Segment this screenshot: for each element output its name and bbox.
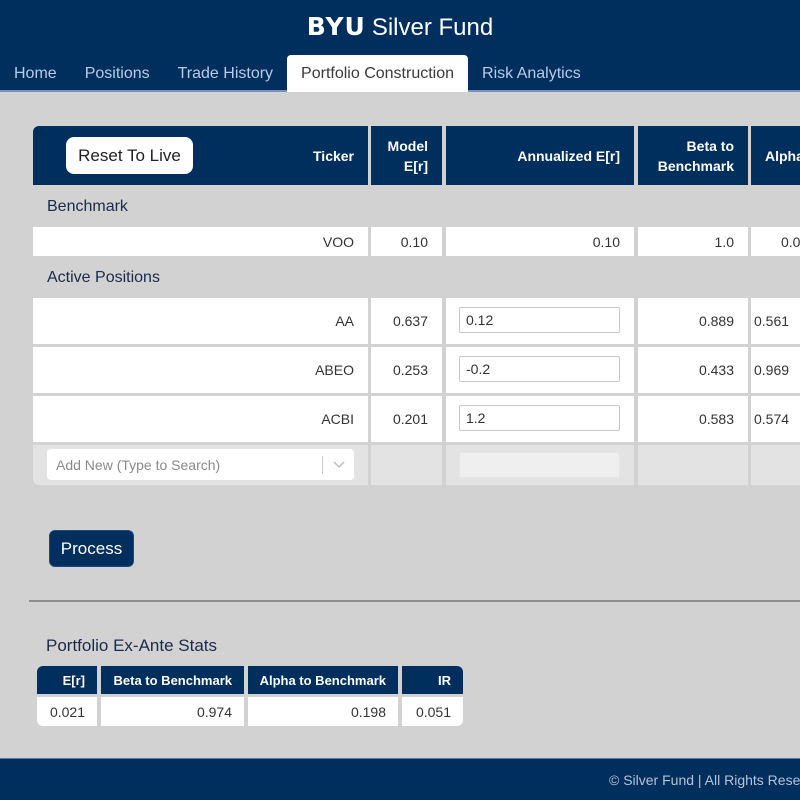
position-model-er: 0.637 — [371, 298, 442, 344]
position-ticker: ABEO — [33, 347, 368, 393]
header-model-er: Model E[r] — [371, 126, 442, 185]
stats-header-beta: Beta to Benchmark — [101, 666, 244, 694]
header-model-er-line1: Model — [387, 137, 428, 154]
tab-trade-history[interactable]: Trade History — [164, 55, 287, 92]
stats-value-er: 0.021 — [37, 697, 97, 726]
annualized-er-input[interactable] — [459, 356, 620, 382]
position-ticker: ACBI — [33, 396, 368, 442]
brand-name: Silver Fund — [371, 14, 494, 41]
add-new-annualized-er-input — [459, 452, 620, 478]
tab-positions[interactable]: Positions — [71, 55, 164, 92]
position-beta: 0.889 — [638, 298, 748, 344]
header-annualized-er-label: Annualized E[r] — [517, 147, 620, 164]
add-new-model-er-cell — [371, 445, 442, 485]
section-divider — [29, 600, 800, 602]
add-new-ticker-select[interactable]: Add New (Type to Search) — [47, 449, 354, 480]
brand-logo: BYU — [306, 12, 366, 41]
position-beta: 0.583 — [638, 396, 748, 442]
position-alpha: 0.561 — [751, 298, 800, 344]
stats-title: Portfolio Ex-Ante Stats — [46, 636, 218, 655]
benchmark-section-label: Benchmark — [47, 198, 128, 215]
tab-portfolio-construction[interactable]: Portfolio Construction — [287, 55, 469, 92]
header-beta-line2: Benchmark — [657, 157, 734, 174]
benchmark-alpha: 0.0 — [751, 227, 800, 256]
header-alpha: Alpha — [751, 126, 800, 185]
footer-copyright: © Silver Fund | All Rights Reserved — [609, 772, 800, 788]
reset-to-live-button[interactable]: Reset To Live — [66, 137, 193, 174]
benchmark-beta: 1.0 — [638, 227, 748, 256]
position-ticker: AA — [33, 298, 368, 344]
add-new-beta-cell — [638, 445, 748, 485]
stats-header-er: E[r] — [37, 666, 97, 694]
stats-value-ir: 0.051 — [402, 697, 463, 726]
nav-tabs: Home Positions Trade History Portfolio C… — [0, 55, 595, 92]
header-annualized-er: Annualized E[r] — [446, 126, 634, 185]
header-ticker-label: Ticker — [313, 147, 354, 164]
app-footer: © Silver Fund | All Rights Reserved — [0, 758, 800, 800]
position-alpha: 0.574 — [751, 396, 800, 442]
stats-value-alpha: 0.198 — [248, 697, 398, 726]
tab-home[interactable]: Home — [0, 55, 71, 92]
position-alpha: 0.969 — [751, 347, 800, 393]
brand-title: BYU Silver Fund — [0, 12, 800, 42]
header-beta-line1: Beta to — [686, 137, 734, 154]
benchmark-annualized-er: 0.10 — [446, 227, 634, 256]
process-button[interactable]: Process — [49, 530, 134, 567]
benchmark-ticker: VOO — [33, 227, 368, 256]
annualized-er-input[interactable] — [459, 405, 620, 431]
position-model-er: 0.201 — [371, 396, 442, 442]
stats-value-beta: 0.974 — [101, 697, 244, 726]
add-new-placeholder: Add New (Type to Search) — [56, 456, 221, 473]
annualized-er-input[interactable] — [459, 307, 620, 333]
header-model-er-line2: E[r] — [403, 157, 428, 174]
benchmark-model-er: 0.10 — [371, 227, 442, 256]
position-beta: 0.433 — [638, 347, 748, 393]
stats-header-alpha: Alpha to Benchmark — [248, 666, 398, 694]
header-beta: Beta to Benchmark — [638, 126, 748, 185]
chevron-down-icon[interactable] — [323, 458, 354, 472]
header-alpha-label: Alpha — [765, 147, 800, 164]
position-model-er: 0.253 — [371, 347, 442, 393]
app-header: BYU Silver Fund Home Positions Trade Hist… — [0, 0, 800, 92]
add-new-alpha-cell — [751, 445, 800, 485]
tab-risk-analytics[interactable]: Risk Analytics — [468, 55, 595, 92]
active-positions-section-label: Active Positions — [47, 269, 160, 286]
stats-header-ir: IR — [402, 666, 463, 694]
